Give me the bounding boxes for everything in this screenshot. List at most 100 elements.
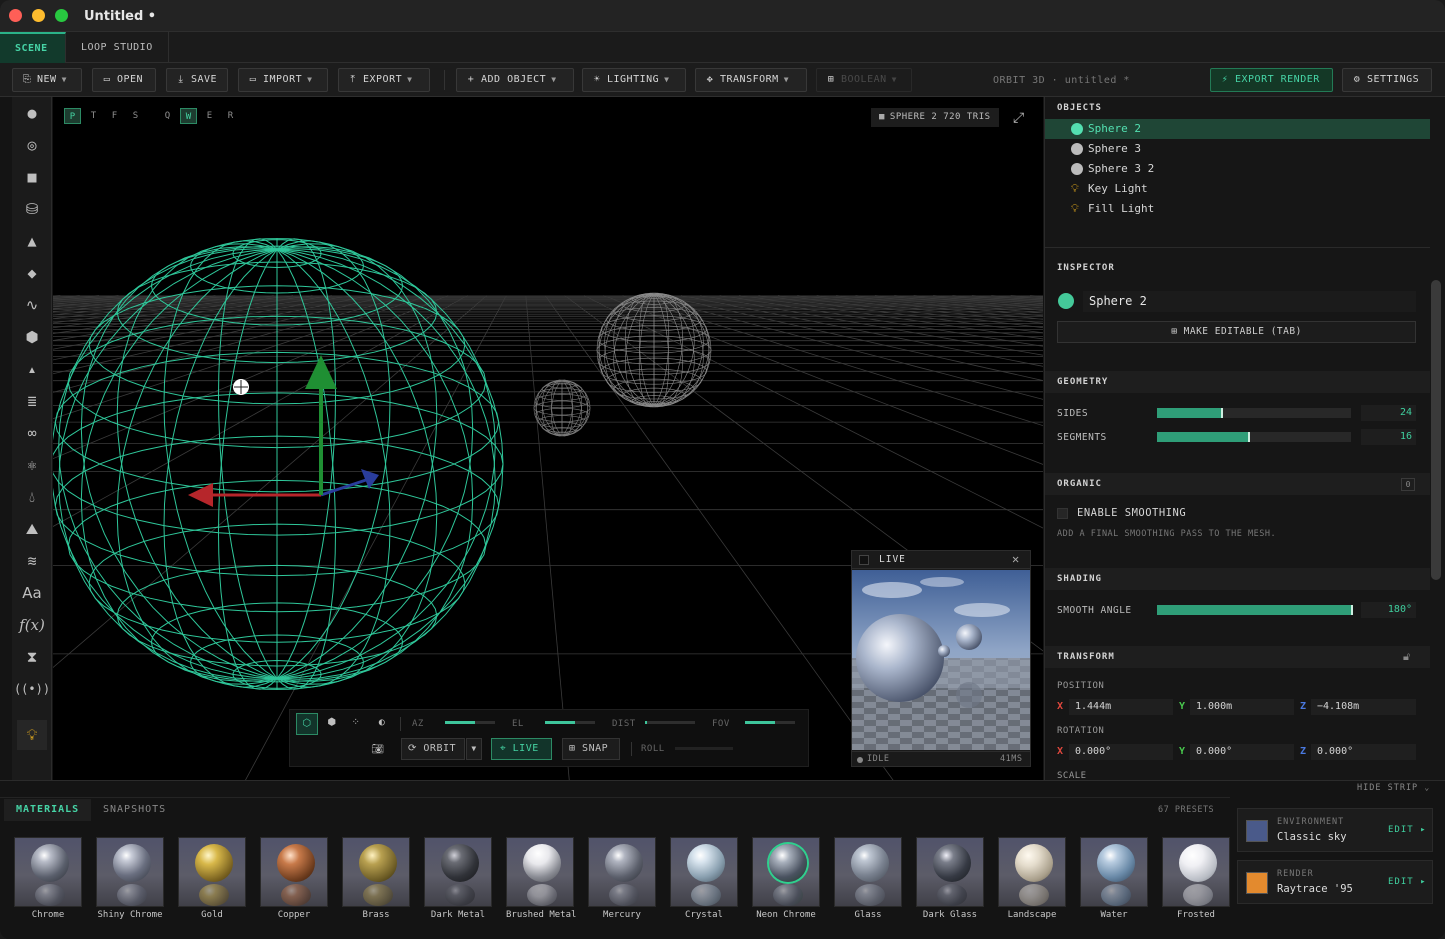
enable-smoothing-checkbox[interactable]: [1057, 508, 1068, 519]
position-y-field[interactable]: 1.000m: [1190, 699, 1294, 715]
close-window-button[interactable]: [9, 9, 22, 22]
tab-snapshots[interactable]: SNAPSHOTS: [91, 799, 178, 821]
snap-button[interactable]: ⊞ SNAP: [562, 738, 620, 760]
view-front-button[interactable]: F: [106, 108, 123, 124]
cone-tool-icon[interactable]: ▲: [17, 226, 47, 256]
view-perspective-button[interactable]: P: [64, 108, 81, 124]
cube-view-button[interactable]: ⬡: [296, 713, 318, 735]
view-top-button[interactable]: T: [85, 108, 102, 124]
material-preset[interactable]: Gold: [178, 837, 246, 920]
material-preset[interactable]: Neon Chrome: [752, 837, 820, 920]
az-slider[interactable]: [445, 721, 495, 724]
material-preset[interactable]: Landscape: [998, 837, 1066, 920]
tab-loop-studio[interactable]: LOOP STUDIO: [66, 32, 169, 63]
settings-button[interactable]: ⚙ SETTINGS: [1342, 68, 1432, 92]
material-preset[interactable]: Frosted: [1162, 837, 1230, 920]
material-preset[interactable]: Copper: [260, 837, 328, 920]
make-editable-button[interactable]: ⊞ MAKE EDITABLE (TAB): [1057, 321, 1416, 343]
signal-tool-icon[interactable]: ((•)): [14, 674, 50, 704]
sides-slider[interactable]: [1157, 408, 1351, 418]
render-card[interactable]: RENDER Raytrace '95 EDIT ▸: [1237, 860, 1433, 904]
add-object-button[interactable]: + ADD OBJECT ▼: [456, 68, 574, 92]
environment-edit-button[interactable]: EDIT ▸: [1388, 825, 1427, 835]
view-side-button[interactable]: S: [127, 108, 144, 124]
tab-scene[interactable]: SCENE: [0, 32, 66, 63]
sphere-tool-icon[interactable]: ●: [17, 98, 47, 128]
material-preset[interactable]: Glass: [834, 837, 902, 920]
camera-icon[interactable]: 📷︎: [368, 740, 388, 762]
render-edit-button[interactable]: EDIT ▸: [1388, 877, 1427, 887]
infinity-tool-icon[interactable]: ∞: [17, 418, 47, 448]
orbit-button[interactable]: ⟳ ORBIT: [401, 738, 465, 760]
export-button[interactable]: ⤒ EXPORT ▼: [338, 68, 430, 92]
object-name-field[interactable]: Sphere 2: [1083, 291, 1416, 312]
pyramid-tool-icon[interactable]: ▴: [17, 354, 47, 384]
cube-tool-icon[interactable]: ■: [17, 162, 47, 192]
rotation-y-field[interactable]: 0.000°: [1190, 744, 1294, 760]
curve-tool-icon[interactable]: ∿: [17, 290, 47, 320]
object-item-sphere-2[interactable]: Sphere 2: [1045, 119, 1430, 139]
minimize-window-button[interactable]: [32, 9, 45, 22]
segments-value[interactable]: 16: [1361, 429, 1416, 445]
hourglass-tool-icon[interactable]: ⧗: [17, 642, 47, 672]
fov-slider[interactable]: [745, 721, 795, 724]
expand-icon[interactable]: ⤢: [1013, 110, 1024, 126]
lighting-button[interactable]: ☀ LIGHTING ▼: [582, 68, 686, 92]
tool-scale-button[interactable]: R: [222, 108, 239, 124]
text-tool-icon[interactable]: Aa: [17, 578, 47, 608]
material-preset[interactable]: Water: [1080, 837, 1148, 920]
tool-move-button[interactable]: W: [180, 108, 197, 124]
cylinder-tool-icon[interactable]: ⛁: [17, 194, 47, 224]
material-preset[interactable]: Dark Glass: [916, 837, 984, 920]
segments-slider[interactable]: [1157, 432, 1351, 442]
material-preset[interactable]: Mercury: [588, 837, 656, 920]
3d-viewport[interactable]: P T F S Q W E R ■ SPHERE 2 720 TRIS ⤢ ⬡ ⬢…: [53, 97, 1043, 780]
solid-view-icon[interactable]: ⬢: [324, 713, 340, 735]
waves-tool-icon[interactable]: ≋: [17, 546, 47, 576]
tool-select-button[interactable]: Q: [159, 108, 176, 124]
drop-tool-icon[interactable]: 💧︎: [17, 482, 47, 512]
material-preset[interactable]: Brass: [342, 837, 410, 920]
inspector-color-swatch[interactable]: [1058, 293, 1074, 309]
material-preset[interactable]: Dark Metal: [424, 837, 492, 920]
export-render-button[interactable]: ⚡ EXPORT RENDER: [1210, 68, 1333, 92]
contrast-icon[interactable]: ◐: [374, 713, 390, 735]
close-icon[interactable]: ✕: [1012, 552, 1019, 566]
lock-icon[interactable]: 🔓︎: [1403, 650, 1410, 664]
orbit-dropdown-chevron[interactable]: ▼: [466, 738, 482, 760]
inspector-scrollbar[interactable]: [1431, 280, 1441, 580]
roll-slider[interactable]: [675, 747, 733, 750]
import-button[interactable]: ▭ IMPORT ▼: [238, 68, 328, 92]
object-item-key-light[interactable]: 💡︎ Key Light: [1045, 179, 1430, 199]
material-preset[interactable]: Chrome: [14, 837, 82, 920]
object-item-sphere-3[interactable]: Sphere 3: [1045, 139, 1430, 159]
el-slider[interactable]: [545, 721, 595, 724]
tool-rotate-button[interactable]: E: [201, 108, 218, 124]
position-z-field[interactable]: −4.108m: [1311, 699, 1416, 715]
material-preset[interactable]: Brushed Metal: [506, 837, 576, 920]
environment-card[interactable]: ENVIRONMENT Classic sky EDIT ▸: [1237, 808, 1433, 852]
transform-button[interactable]: ✥ TRANSFORM ▼: [695, 68, 807, 92]
live-toggle-button[interactable]: ⌖ LIVE: [491, 738, 552, 760]
smooth-angle-value[interactable]: 180°: [1361, 602, 1416, 618]
atom-tool-icon[interactable]: ⚛: [17, 450, 47, 480]
torus-tool-icon[interactable]: ◎: [17, 130, 47, 160]
points-view-icon[interactable]: ⁘: [348, 713, 364, 735]
hide-strip-button[interactable]: HIDE STRIP ⌄: [1357, 783, 1430, 793]
material-preset[interactable]: Shiny Chrome: [96, 837, 164, 920]
terrain-tool-icon[interactable]: ⛰︎: [17, 514, 47, 544]
zoom-window-button[interactable]: [55, 9, 68, 22]
light-tool-icon[interactable]: 💡︎: [17, 720, 47, 750]
object-item-sphere-3-2[interactable]: Sphere 3 2: [1045, 159, 1430, 179]
sides-value[interactable]: 24: [1361, 405, 1416, 421]
dist-slider[interactable]: [645, 721, 695, 724]
boolean-button[interactable]: ⊞ BOOLEAN ▼: [816, 68, 912, 92]
gizmo-y-arrow[interactable]: [305, 355, 337, 389]
tab-materials[interactable]: MATERIALS: [4, 799, 92, 821]
position-x-field[interactable]: 1.444m: [1069, 699, 1173, 715]
rotation-x-field[interactable]: 0.000°: [1069, 744, 1173, 760]
rotation-z-field[interactable]: 0.000°: [1311, 744, 1416, 760]
spring-tool-icon[interactable]: ≣: [17, 386, 47, 416]
save-button[interactable]: ⤓ SAVE: [166, 68, 228, 92]
object-item-fill-light[interactable]: 💡︎ Fill Light: [1045, 199, 1430, 219]
